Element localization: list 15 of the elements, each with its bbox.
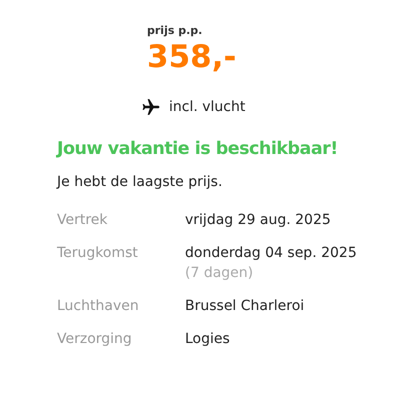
price-amount: 358,- (147, 40, 238, 74)
price-message: Je hebt de laagste prijs. (57, 174, 224, 190)
detail-value: donderdag 04 sep. 2025 (185, 245, 357, 262)
availability-heading: Jouw vakantie is beschikbaar! (57, 139, 339, 160)
detail-value: Brussel Charleroi (185, 298, 304, 314)
detail-value: vrijdag 29 aug. 2025 (185, 212, 331, 228)
flight-included-text: incl. vlucht (169, 99, 246, 116)
detail-label: Vertrek (57, 212, 109, 228)
detail-value: Logies (185, 331, 230, 348)
detail-label: Luchthaven (57, 298, 140, 314)
detail-label: Verzorging (57, 331, 133, 348)
duration-note: (7 dagen) (185, 265, 254, 282)
detail-label: Terugkomst (57, 245, 139, 264)
airplane-icon (141, 97, 161, 118)
price-label: prijs p.p. (147, 24, 204, 37)
